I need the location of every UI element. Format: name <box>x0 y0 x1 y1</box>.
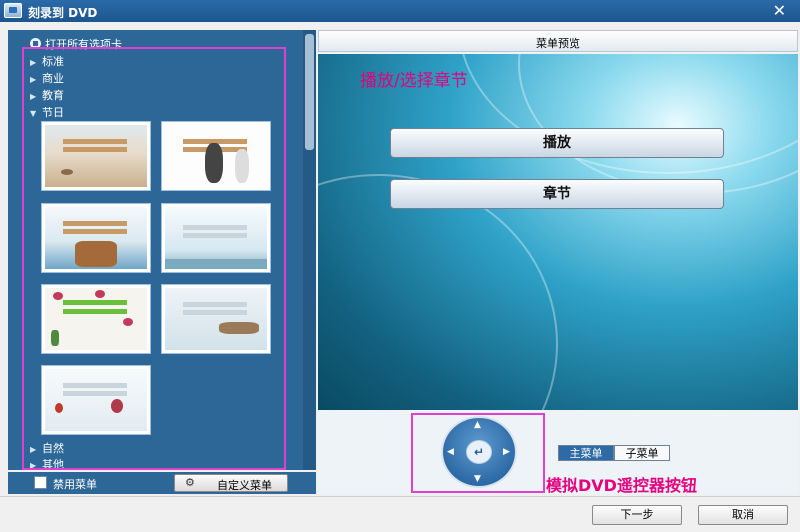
template-list-highlight <box>22 47 286 470</box>
close-icon[interactable]: ✕ <box>773 1 786 20</box>
remote-area: ▲ ▼ ◀ ▶ ↵ 主菜单 子菜单 模拟DVD遥控器按钮 <box>318 410 798 495</box>
cancel-button[interactable]: 取消 <box>698 505 788 525</box>
chapters-menu-button[interactable]: 章节 <box>390 179 724 209</box>
remote-caption: 模拟DVD遥控器按钮 <box>546 476 697 495</box>
custom-menu-button[interactable]: ⚙ 自定义菜单 <box>174 474 288 492</box>
template-options-bar: 禁用菜单 ⚙ 自定义菜单 <box>8 472 316 494</box>
tab-main-menu[interactable]: 主菜单 <box>558 445 614 461</box>
window-title: 刻录到 DVD <box>28 6 98 20</box>
scrollbar-thumb[interactable] <box>305 34 314 150</box>
gear-icon: ⚙ <box>185 476 195 489</box>
menu-preview-canvas: 播放/选择章节 播放 章节 <box>318 54 798 410</box>
dvd-app-icon <box>4 3 22 18</box>
title-bar: 刻录到 DVD ✕ <box>0 0 800 22</box>
play-menu-button[interactable]: 播放 <box>390 128 724 158</box>
footer-bar: 下一步 取消 <box>0 496 800 532</box>
tab-sub-menu[interactable]: 子菜单 <box>614 445 670 461</box>
remote-highlight <box>411 413 545 493</box>
disable-menu-label: 禁用菜单 <box>53 478 97 491</box>
disable-menu-checkbox[interactable] <box>34 476 47 489</box>
preview-header: 菜单预览 <box>318 30 798 52</box>
preview-heading: 播放/选择章节 <box>360 71 468 91</box>
template-scrollbar[interactable] <box>303 30 316 470</box>
menu-preview-panel: 菜单预览 播放/选择章节 播放 章节 ▲ ▼ ◀ ▶ ↵ 主菜单 子菜单 模拟D… <box>318 30 798 495</box>
next-button[interactable]: 下一步 <box>592 505 682 525</box>
